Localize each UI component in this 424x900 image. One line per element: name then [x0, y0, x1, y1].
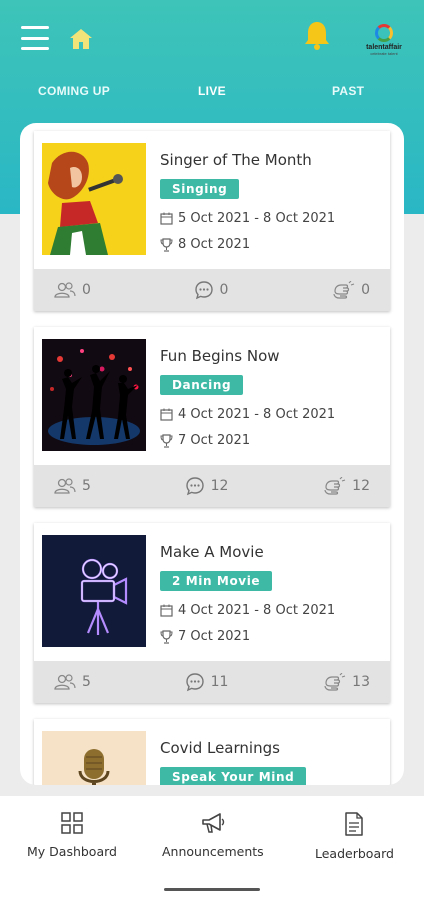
neon-movie-camera [42, 535, 146, 647]
votes-count: 12 [352, 478, 370, 494]
calendar-icon [160, 212, 173, 225]
trophy-icon [160, 433, 173, 448]
participants-count: 5 [82, 478, 91, 494]
dashboard-grid-icon [61, 812, 83, 834]
contest-dates: 5 Oct 2021 - 8 Oct 2021 [178, 211, 336, 226]
megaphone-icon [202, 813, 225, 833]
participants-count: 5 [82, 674, 91, 690]
contest-dates: 4 Oct 2021 - 8 Oct 2021 [178, 603, 336, 618]
result-date: 7 Oct 2021 [178, 629, 251, 644]
clapping-hands-icon [333, 281, 355, 299]
tab-coming-up[interactable]: COMING UP [38, 84, 110, 98]
contest-card[interactable]: Make A Movie 2 Min Movie 4 Oct 2021 - 8 … [34, 523, 390, 703]
category-badge: 2 Min Movie [160, 571, 273, 591]
trophy-icon [160, 629, 173, 644]
card-stats: 5 12 12 [34, 465, 390, 507]
nav-label: My Dashboard [27, 844, 117, 859]
contest-title: Fun Begins Now [160, 347, 280, 365]
bottom-navigation: My Dashboard Announcements Leaderboard [0, 796, 424, 900]
card-stats: 5 11 13 [34, 661, 390, 703]
calendar-icon [160, 408, 173, 421]
home-indicator[interactable] [164, 888, 260, 891]
singer-illustration [42, 143, 146, 255]
comments-count: 0 [219, 282, 229, 298]
contest-title: Make A Movie [160, 543, 264, 561]
contest-dates-row: 4 Oct 2021 - 8 Oct 2021 [160, 603, 335, 618]
document-icon [345, 812, 364, 836]
votes-count: 0 [361, 282, 370, 298]
contest-tabs: COMING UP LIVE PAST [0, 84, 424, 104]
dancers-silhouette [42, 339, 146, 451]
tab-live[interactable]: LIVE [198, 84, 226, 98]
participants-stat[interactable]: 5 [54, 478, 91, 494]
clapping-hands-icon [324, 673, 346, 691]
category-badge: Singing [160, 179, 240, 199]
brand-tagline: celebrate talent [370, 51, 398, 56]
calendar-icon [160, 604, 173, 617]
logo-ring [375, 24, 393, 42]
nav-label: Leaderboard [315, 846, 394, 861]
votes-count: 13 [352, 674, 370, 690]
bell-icon[interactable] [300, 18, 334, 52]
contest-dates: 4 Oct 2021 - 8 Oct 2021 [178, 407, 336, 422]
result-date-row: 7 Oct 2021 [160, 433, 250, 448]
hamburger-menu-icon[interactable] [20, 26, 50, 50]
participants-stat[interactable]: 0 [54, 282, 91, 298]
nav-announcements[interactable]: Announcements [162, 812, 264, 859]
card-stats: 0 0 0 [34, 269, 390, 311]
result-date-row: 8 Oct 2021 [160, 237, 250, 252]
votes-stat[interactable]: 0 [331, 281, 370, 299]
contest-card[interactable]: Singer of The Month Singing 5 Oct 2021 -… [34, 131, 390, 311]
participants-count: 0 [82, 282, 91, 298]
result-date-row: 7 Oct 2021 [160, 629, 250, 644]
comments-count: 11 [210, 674, 229, 690]
comments-stat[interactable]: 12 [185, 476, 229, 496]
votes-stat[interactable]: 12 [322, 477, 370, 495]
tab-past[interactable]: PAST [332, 84, 364, 98]
participants-icon [54, 478, 76, 494]
comments-stat[interactable]: 0 [194, 280, 229, 300]
contest-card[interactable]: Fun Begins Now Dancing 4 Oct 2021 - 8 Oc… [34, 327, 390, 507]
participants-icon [54, 282, 76, 298]
votes-stat[interactable]: 13 [322, 673, 370, 691]
contest-title: Covid Learnings [160, 739, 280, 757]
result-date: 7 Oct 2021 [178, 433, 251, 448]
comments-stat[interactable]: 11 [185, 672, 229, 692]
category-badge: Speak Your Mind [160, 767, 307, 785]
brand-name: talentaffair [366, 44, 402, 51]
comment-icon [185, 673, 204, 692]
contest-card[interactable]: Covid Learnings Speak Your Mind [34, 719, 390, 785]
participants-stat[interactable]: 5 [54, 674, 91, 690]
trophy-icon [160, 237, 173, 252]
microphone-illustration [42, 731, 146, 785]
result-date: 8 Oct 2021 [178, 237, 251, 252]
home-icon[interactable] [66, 24, 96, 54]
nav-my-dashboard[interactable]: My Dashboard [27, 812, 117, 859]
category-badge: Dancing [160, 375, 244, 395]
participants-icon [54, 674, 76, 690]
contest-title: Singer of The Month [160, 151, 312, 169]
brand-logo: talentaffair celebrate talent [356, 20, 412, 60]
clapping-hands-icon [324, 477, 346, 495]
comment-icon [185, 477, 204, 496]
contest-dates-row: 5 Oct 2021 - 8 Oct 2021 [160, 211, 335, 226]
nav-label: Announcements [162, 844, 264, 859]
contest-list: Singer of The Month Singing 5 Oct 2021 -… [20, 123, 404, 785]
nav-leaderboard[interactable]: Leaderboard [315, 812, 394, 861]
comments-count: 12 [210, 478, 229, 494]
contest-dates-row: 4 Oct 2021 - 8 Oct 2021 [160, 407, 335, 422]
comment-icon [194, 281, 213, 300]
